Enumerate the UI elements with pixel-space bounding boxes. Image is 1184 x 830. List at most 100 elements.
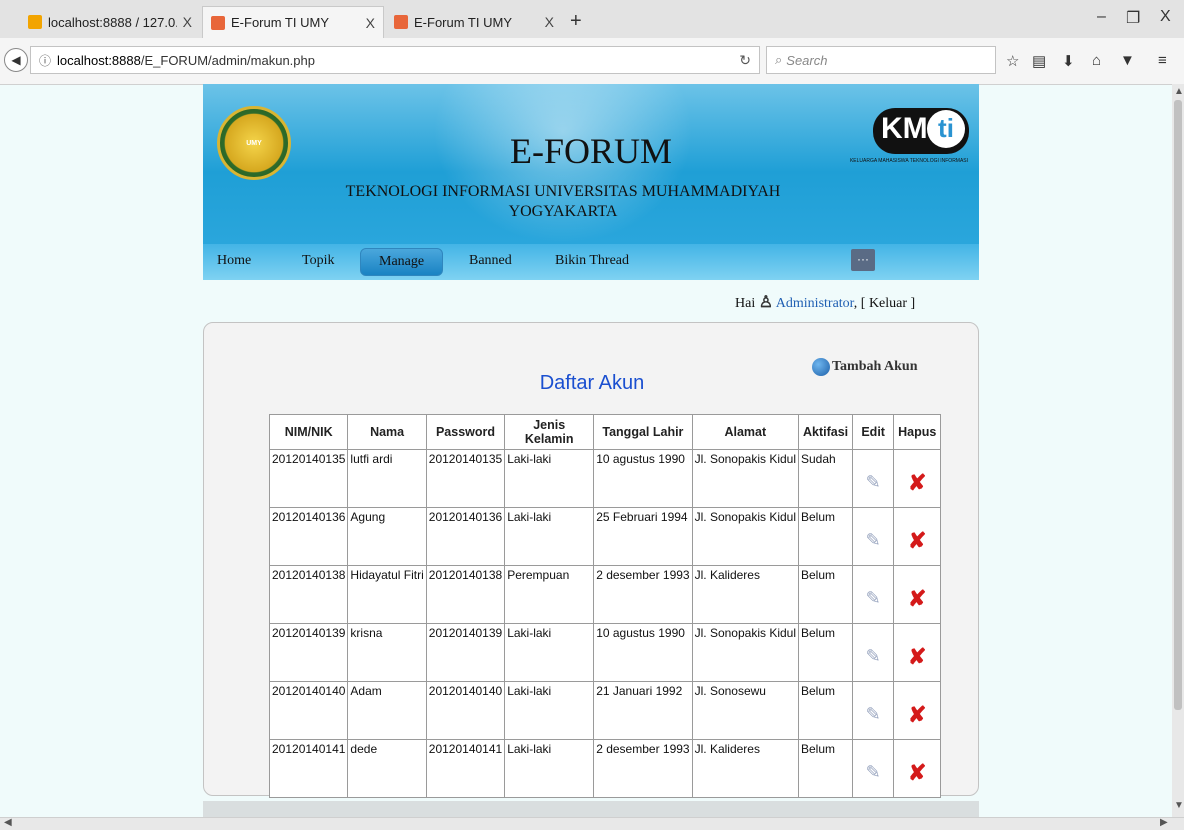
browser-tab-phpmyadmin[interactable]: localhost:8888 / 127.0.0.1 /... X xyxy=(20,6,200,38)
column-header: Alamat xyxy=(691,414,800,450)
logout-link[interactable]: [ Keluar ] xyxy=(861,296,915,311)
phpmyadmin-favicon-icon xyxy=(28,15,42,29)
edit-icon[interactable]: ✎ xyxy=(866,530,881,551)
cell-address: Jl. Sonosewu xyxy=(691,681,800,740)
browser-tab-eforum-active[interactable]: E-Forum TI UMY X xyxy=(202,6,384,38)
username-link[interactable]: Administrator xyxy=(776,296,854,311)
delete-cell: ✘ xyxy=(893,739,942,798)
column-header: Hapus xyxy=(893,414,942,450)
search-icon: ⌕ xyxy=(775,52,783,67)
scroll-up-arrow-icon[interactable]: ▲ xyxy=(1174,86,1184,97)
menu-item-home[interactable]: Home xyxy=(217,253,251,269)
cell-nama: Agung xyxy=(347,507,427,566)
delete-icon[interactable]: ✘ xyxy=(908,760,926,786)
tab-title: localhost:8888 / 127.0.0.1 /... xyxy=(48,14,177,30)
tab-close-icon[interactable]: X xyxy=(366,15,375,31)
delete-cell: ✘ xyxy=(893,507,942,566)
delete-icon[interactable]: ✘ xyxy=(908,702,926,728)
cell-nama: Adam xyxy=(347,681,427,740)
cell-address: Jl. Kalideres xyxy=(691,565,800,624)
back-button[interactable]: ◀ xyxy=(4,48,28,72)
table-row: 20120140138 Hidayatul Fitri 20120140138 … xyxy=(268,565,942,624)
site-info-icon[interactable]: ⓘ xyxy=(39,52,51,69)
column-header: NIM/NIK xyxy=(268,414,349,450)
browser-tab-eforum[interactable]: E-Forum TI UMY X xyxy=(386,6,562,38)
kmti-logo: KM ti KELUARGA MAHASISWA TEKNOLOGI INFOR… xyxy=(839,104,979,174)
address-bar[interactable]: ⓘ localhost:8888/E_FORUM/admin/makun.php… xyxy=(30,46,760,74)
cell-birthdate: 10 agustus 1990 xyxy=(593,449,693,508)
cell-nim: 20120140139 xyxy=(268,623,349,682)
star-icon[interactable]: ☆ xyxy=(1006,52,1019,70)
edit-icon[interactable]: ✎ xyxy=(866,472,881,493)
scroll-down-arrow-icon[interactable]: ▼ xyxy=(1174,800,1184,811)
search-placeholder: Search xyxy=(786,52,828,68)
tab-close-icon[interactable]: X xyxy=(183,14,192,30)
table-row: 20120140141 dede 20120140141 Laki-laki 2… xyxy=(268,739,942,798)
download-icon[interactable]: ⬇ xyxy=(1062,52,1075,70)
cell-nim: 20120140138 xyxy=(268,565,349,624)
minimize-button[interactable]: – xyxy=(1097,8,1106,26)
edit-cell: ✎ xyxy=(852,507,895,566)
cell-password: 20120140141 xyxy=(425,739,506,798)
search-input[interactable]: ⌕ Search xyxy=(766,46,996,74)
column-header: Aktifasi xyxy=(797,414,854,450)
pocket-icon[interactable]: ▼ xyxy=(1120,52,1135,69)
cell-password: 20120140138 xyxy=(425,565,506,624)
cell-address: Jl. Kalideres xyxy=(691,739,800,798)
menu-item-manage[interactable]: Manage xyxy=(360,248,444,276)
edit-cell: ✎ xyxy=(852,623,895,682)
delete-icon[interactable]: ✘ xyxy=(908,644,926,670)
cell-gender: Laki-laki xyxy=(504,681,595,740)
reading-list-icon[interactable]: ▤ xyxy=(1032,52,1046,70)
tab-close-icon[interactable]: X xyxy=(545,14,554,30)
site-header-banner: UMY E-FORUM TEKNOLOGI INFORMASI UNIVERSI… xyxy=(203,84,979,244)
edit-cell: ✎ xyxy=(852,739,895,798)
table-row: 20120140139 krisna 20120140139 Laki-laki… xyxy=(268,623,942,682)
cell-nama: lutfi ardi xyxy=(347,449,427,508)
account-table: NIM/NIK Nama Password Jenis Kelamin Tang… xyxy=(268,414,942,798)
delete-icon[interactable]: ✘ xyxy=(908,528,926,554)
delete-cell: ✘ xyxy=(893,681,942,740)
edit-cell: ✎ xyxy=(852,681,895,740)
horizontal-scrollbar[interactable] xyxy=(0,817,1184,830)
cell-nim: 20120140136 xyxy=(268,507,349,566)
column-header: Jenis Kelamin xyxy=(504,414,595,450)
menu-item-banned[interactable]: Banned xyxy=(469,253,512,269)
main-menu: Home Topik Manage Banned Bikin Thread ··… xyxy=(203,244,979,280)
cell-birthdate: 2 desember 1993 xyxy=(593,565,693,624)
cell-activation: Belum xyxy=(797,565,854,624)
cell-address: Jl. Sonopakis Kidul xyxy=(691,623,800,682)
reload-icon[interactable]: ↻ xyxy=(739,52,751,69)
cell-password: 20120140140 xyxy=(425,681,506,740)
table-row: 20120140135 lutfi ardi 20120140135 Laki-… xyxy=(268,449,942,508)
scroll-right-arrow-icon[interactable]: ▶ xyxy=(1160,817,1168,828)
delete-icon[interactable]: ✘ xyxy=(908,470,926,496)
edit-icon[interactable]: ✎ xyxy=(866,588,881,609)
cell-address: Jl. Sonopakis Kidul xyxy=(691,449,800,508)
cell-password: 20120140136 xyxy=(425,507,506,566)
delete-icon[interactable]: ✘ xyxy=(908,586,926,612)
column-header: Nama xyxy=(347,414,427,450)
edit-icon[interactable]: ✎ xyxy=(866,762,881,783)
menu-icon[interactable]: ≡ xyxy=(1158,52,1167,69)
cell-activation: Belum xyxy=(797,507,854,566)
menu-item-bikin-thread[interactable]: Bikin Thread xyxy=(555,253,629,269)
edit-icon[interactable]: ✎ xyxy=(866,646,881,667)
cell-nim: 20120140135 xyxy=(268,449,349,508)
scroll-left-arrow-icon[interactable]: ◀ xyxy=(4,817,12,828)
vertical-scrollbar-thumb[interactable] xyxy=(1174,100,1182,710)
menu-item-topik[interactable]: Topik xyxy=(302,253,334,269)
maximize-button[interactable]: ❐ xyxy=(1126,8,1140,28)
delete-cell: ✘ xyxy=(893,623,942,682)
cell-birthdate: 21 Januari 1992 xyxy=(593,681,693,740)
close-window-button[interactable]: X xyxy=(1160,8,1171,26)
edit-cell: ✎ xyxy=(852,565,895,624)
home-icon[interactable]: ⌂ xyxy=(1092,52,1101,69)
cell-password: 20120140135 xyxy=(425,449,506,508)
cell-gender: Laki-laki xyxy=(504,449,595,508)
cell-gender: Laki-laki xyxy=(504,739,595,798)
cell-gender: Perempuan xyxy=(504,565,595,624)
new-tab-button[interactable]: + xyxy=(570,10,582,33)
more-menu-button[interactable]: ··· xyxy=(851,249,875,271)
edit-icon[interactable]: ✎ xyxy=(866,704,881,725)
